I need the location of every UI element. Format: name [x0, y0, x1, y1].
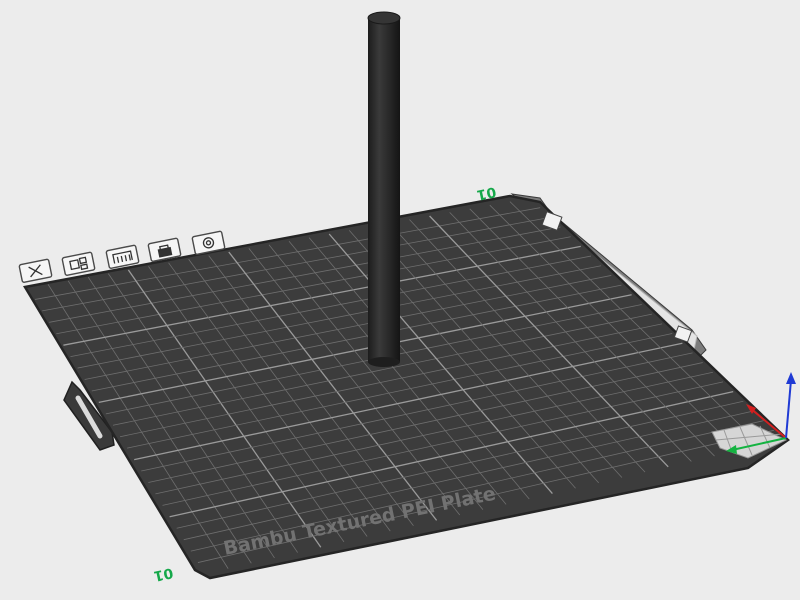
delete-plate-button[interactable]: [18, 258, 53, 283]
cylinder-object[interactable]: [367, 11, 401, 367]
3d-viewport[interactable]: Bambu Textured PEI Plate 01 01: [0, 0, 800, 600]
plate-index-front: 01: [152, 564, 174, 584]
arrange-plate-button[interactable]: [61, 251, 96, 276]
orient-plate-button[interactable]: [105, 244, 140, 269]
plate-index-back: 01: [475, 183, 497, 203]
z-axis-line: [785, 379, 792, 439]
z-axis-arrow-icon: [786, 372, 796, 384]
cylinder-top: [367, 11, 401, 25]
